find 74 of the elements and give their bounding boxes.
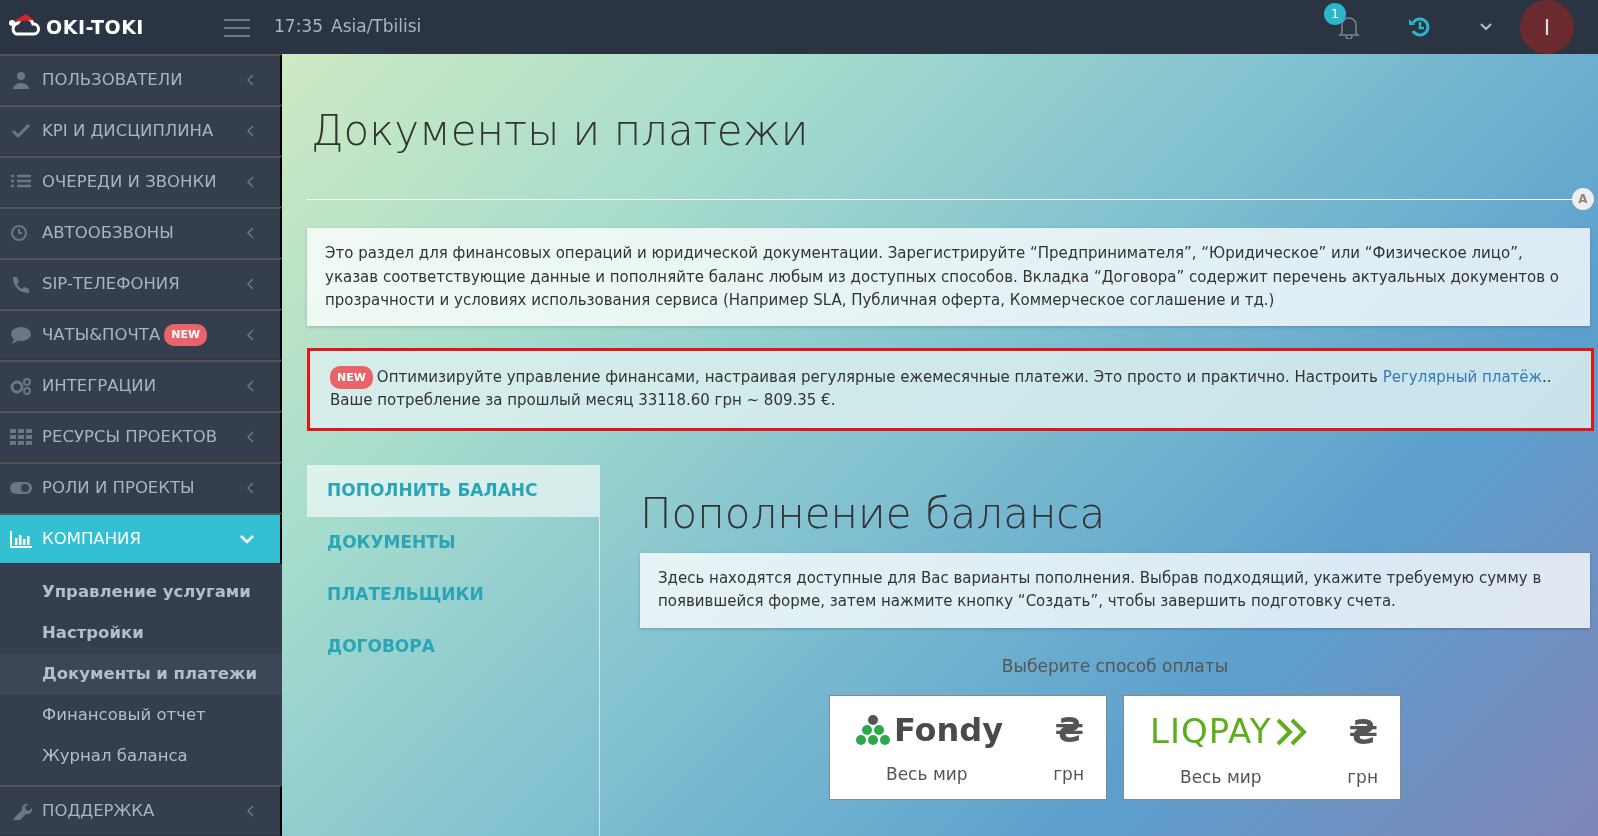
chevron-left-icon: [246, 482, 254, 494]
regular-payment-link[interactable]: Регулярный платёж: [1382, 368, 1543, 387]
chevron-left-icon: [246, 329, 254, 341]
menu-label: SIP-ТЕЛЕФОНИЯ: [42, 272, 180, 295]
chevron-left-icon: [246, 125, 254, 137]
menu-label: ЧАТЫ&ПОЧТА: [42, 323, 161, 346]
sidebar-item[interactable]: ИНТЕГРАЦИИ: [0, 360, 282, 411]
menu-label: KPI И ДИСЦИПЛИНА: [42, 119, 214, 142]
menu-label: ПОЛЬЗОВАТЕЛИ: [42, 68, 183, 91]
check-icon: [10, 122, 32, 140]
sidebar-item[interactable]: SIP-ТЕЛЕФОНИЯ: [0, 258, 282, 309]
history-icon[interactable]: [1408, 15, 1432, 39]
divider-badge: A: [1572, 188, 1594, 211]
new-badge: NEW: [330, 366, 373, 390]
region-text: Весь мир: [1180, 766, 1262, 790]
payment-prompt: Выберите способ оплаты: [1000, 654, 1230, 678]
menu-label: ИНТЕГРАЦИИ: [42, 374, 157, 397]
chevron-down-icon: [240, 534, 254, 544]
submenu-item[interactable]: Финансовый отчет: [0, 695, 282, 736]
toggle-icon: [10, 479, 32, 497]
sidebar-item[interactable]: АВТООБЗВОНЫ: [0, 207, 282, 258]
chevron-left-icon: [246, 278, 254, 290]
bell-icon[interactable]: [1338, 15, 1360, 40]
notice-text: Оптимизируйте управление финансами, настраивая регулярные ежемесячные платежи. Это просто и практично. Настроить Регулярный платёж..: [376, 367, 1552, 389]
sidebar-item[interactable]: ЧАТЫ&ПОЧТА NEW: [0, 309, 282, 360]
grid-icon: [10, 428, 32, 446]
time-text: 17:35: [274, 15, 323, 39]
currency-text: грн: [1347, 766, 1378, 790]
submenu-item[interactable]: Настройки: [0, 613, 282, 654]
person-icon: [10, 71, 32, 89]
sidebar-item[interactable]: ПОДДЕРЖКА: [0, 785, 282, 836]
page-title: Документы и платежи: [311, 106, 810, 157]
section-title: Пополнение баланса: [640, 488, 1107, 540]
region-text: Весь мир: [886, 763, 968, 787]
payment-method-card[interactable]: Fondy ₴ Весь мир грн: [829, 695, 1107, 801]
new-badge: NEW: [164, 323, 208, 347]
menu-label: РЕСУРСЫ ПРОЕКТОВ: [42, 425, 218, 448]
sidebar-item[interactable]: ПОЛЬЗОВАТЕЛИ: [0, 54, 282, 105]
chevron-down-icon[interactable]: [1480, 23, 1492, 31]
sidebar-item[interactable]: KPI И ДИСЦИПЛИНА: [0, 105, 282, 156]
section-info: Здесь находятся доступные для Вас варианты пополнения. Выбрав подходящий, укажите требуемую сумму в появившейся форме, затем нажмите кнопку “Создать”, чтобы завершить подготовку счета.: [640, 553, 1590, 628]
avatar[interactable]: I: [1520, 0, 1574, 54]
hexagon-cluster-icon: [856, 714, 890, 747]
chevron-left-icon: [246, 380, 254, 392]
fondy-logo-text: Fondy: [894, 710, 1004, 752]
menu-label: РОЛИ И ПРОЕКТЫ: [42, 476, 195, 499]
sidebar-item[interactable]: ОЧЕРЕДИ И ЗВОНКИ: [0, 156, 282, 207]
notification-badge: 1: [1324, 2, 1346, 25]
logo-text: OKI-TOKI: [46, 14, 144, 40]
chevron-left-icon: [246, 227, 254, 239]
submenu-item[interactable]: Управление услугами: [0, 572, 282, 613]
chevron-left-icon: [246, 431, 254, 443]
chevron-left-icon: [246, 74, 254, 86]
currency-text: грн: [1053, 763, 1084, 787]
intro-text: Это раздел для финансовых операций и юридической документации. Зарегистрируйте “Предпринимателя”, “Юридическое” или “Физическое лицо”, указав соответствующие данные и пополняйте баланс любым из доступных способов. Вкладка “Договора” содержит перечень актуальных документов о прозрачности и условиях использования сервиса (Например SLA, Публичная оферта, Коммерческое соглашение и тд.): [307, 228, 1590, 327]
menu-label: ОЧЕРЕДИ И ЗВОНКИ: [42, 170, 217, 193]
submenu-item[interactable]: Документы и платежи: [0, 654, 282, 695]
timezone-text: Asia/Tbilisi: [331, 15, 422, 39]
menu-label: ПОДДЕРЖКА: [42, 799, 155, 822]
currency-sign: ₴: [1348, 714, 1378, 749]
sidebar-item[interactable]: РОЛИ И ПРОЕКТЫ: [0, 462, 282, 513]
liqpay-logo-text: LIQPAY: [1150, 710, 1272, 754]
consumption-text: Ваше потребление за прошлый месяц 33118.60 грн ~ 809.35 €.: [330, 390, 837, 412]
phone-icon: [10, 275, 32, 293]
sidebar-item[interactable]: РЕСУРСЫ ПРОЕКТОВ: [0, 411, 282, 462]
payment-method-card[interactable]: LIQPAY ₴ Весь мир грн: [1123, 695, 1401, 801]
menu-label: АВТООБЗВОНЫ: [42, 221, 174, 244]
menu-label: КОМПАНИЯ: [42, 527, 141, 550]
currency-sign: ₴: [1054, 713, 1084, 748]
chat-bubble-icon: [10, 326, 32, 344]
submenu-item[interactable]: Журнал баланса: [0, 736, 282, 777]
bar-chart-icon: [10, 530, 32, 548]
chevron-left-icon: [246, 805, 254, 817]
chevron-left-icon: [246, 176, 254, 188]
